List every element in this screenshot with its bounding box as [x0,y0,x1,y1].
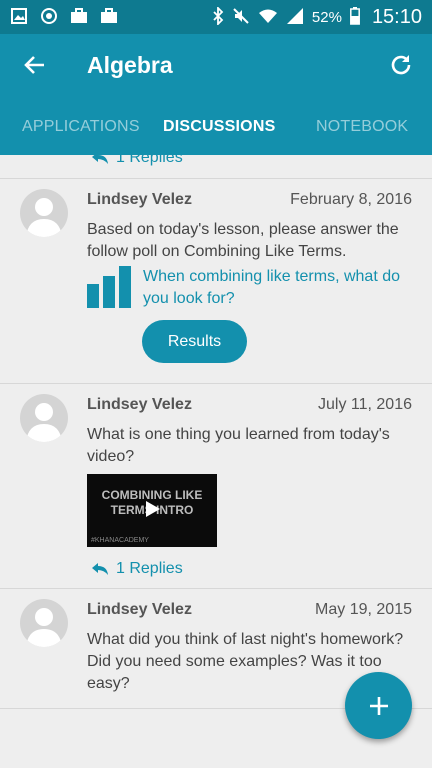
signal-icon [286,7,304,29]
discussion-post[interactable]: Lindsey Velez February 8, 2016 Based on … [0,179,432,384]
clock: 15:10 [371,6,422,28]
tab-discussions[interactable]: DISCUSSIONS [163,118,275,136]
poll-question[interactable]: When combining like terms, what do you l… [143,266,419,310]
post-date: July 11, 2016 [318,396,412,413]
play-icon[interactable] [145,500,161,518]
reply-icon [92,155,108,164]
replies-link[interactable]: 1 Replies [92,560,183,578]
post-text: Based on today's lesson, please answer t… [87,221,399,260]
video-thumbnail[interactable]: COMBINING LIKE TERMS INTRO #KHANACADEMY [87,474,217,547]
page-title: Algebra [87,52,173,78]
avatar [20,394,68,442]
gallery-icon [10,7,28,25]
battery-icon [349,6,360,29]
post-author: Lindsey Velez [87,396,192,413]
tab-notebook[interactable]: NOTEBOOK [316,118,408,136]
avatar [20,599,68,647]
mute-icon [232,7,250,29]
system-icons: 52% 15:10 [212,5,422,29]
tab-applications[interactable]: APPLICATIONS [22,118,140,136]
results-button[interactable]: Results [142,320,247,363]
plus-icon [369,696,388,715]
status-bar: 52% 15:10 [0,0,432,34]
avatar [20,189,68,237]
video-watermark: #KHANACADEMY [91,537,149,544]
app-bar: Algebra APPLICATIONS DISCUSSIONS NOTEBOO… [0,34,432,155]
poll[interactable]: When combining like terms, what do you l… [87,266,419,310]
replies-count: 1 Replies [116,560,183,577]
discussion-post[interactable]: Lindsey Velez July 11, 2016 What is one … [0,384,432,589]
refresh-icon[interactable] [388,52,414,78]
poll-icon [87,266,131,308]
post-author: Lindsey Velez [87,191,192,208]
replies-count: 1 Replies [116,155,183,166]
list-item: 1 Replies [0,155,432,179]
battery-percent: 52% [311,9,342,26]
post-author: Lindsey Velez [87,601,192,618]
reply-icon [92,563,108,575]
arrow-left-icon[interactable] [22,52,48,78]
post-date: February 8, 2016 [290,191,412,208]
tab-bar: APPLICATIONS DISCUSSIONS NOTEBOOK [0,114,432,155]
sync-icon [40,7,58,25]
briefcase-icon-2 [100,7,118,25]
wifi-icon [258,8,278,28]
post-date: May 19, 2015 [315,601,412,618]
bluetooth-icon [212,5,224,29]
notification-icons [10,7,118,25]
post-text: What is one thing you learned from today… [87,426,390,465]
replies-link[interactable]: 1 Replies [92,155,183,167]
briefcase-icon [70,7,88,25]
add-discussion-button[interactable] [345,672,412,739]
